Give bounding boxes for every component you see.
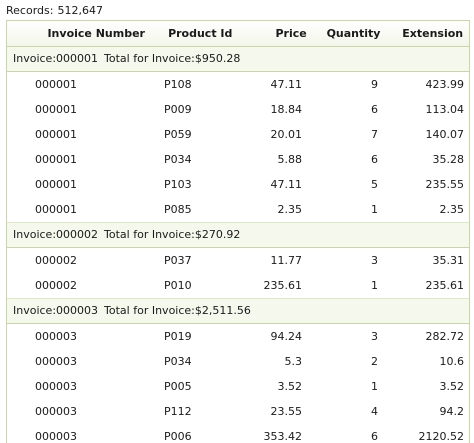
table-row[interactable]: 000001 P009 18.84 6 113.04 — [7, 97, 469, 122]
table-row[interactable]: 000001 P059 20.01 7 140.07 — [7, 122, 469, 147]
table-row[interactable]: 000001 P103 47.11 5 235.55 — [7, 172, 469, 197]
group-header[interactable]: Invoice:000003 Total for Invoice:$2,511.5… — [7, 298, 469, 324]
table-row[interactable]: 000003 P019 94.24 3 282.72 — [7, 324, 469, 349]
cell-extension: 35.31 — [432, 254, 465, 267]
cell-price: 23.55 — [270, 405, 303, 418]
records-label: Records: — [6, 4, 54, 17]
cell-price: 18.84 — [270, 103, 303, 116]
cell-invoice-number: 000003 — [35, 355, 77, 368]
table-row[interactable]: 000001 P085 2.35 1 2.35 — [7, 197, 469, 222]
cell-extension: 10.6 — [439, 355, 465, 368]
cell-product-id: P009 — [164, 103, 192, 116]
group-header[interactable]: Invoice:000001 Total for Invoice:$950.28 — [7, 47, 469, 72]
records-count: 512,647 — [57, 4, 103, 17]
cell-quantity: 5 — [371, 178, 378, 191]
cell-quantity: 6 — [371, 430, 378, 443]
cell-extension: 282.72 — [425, 330, 465, 343]
cell-price: 235.61 — [263, 279, 303, 292]
cell-quantity: 3 — [371, 330, 378, 343]
cell-price: 11.77 — [270, 254, 303, 267]
group-total: Total for Invoice:$2,511.56 — [104, 304, 251, 317]
cell-price: 47.11 — [270, 178, 303, 191]
grid-body: Invoice:000001 Total for Invoice:$950.28 0… — [7, 47, 469, 443]
cell-extension: 3.52 — [439, 380, 465, 393]
cell-invoice-number: 000003 — [35, 405, 77, 418]
cell-product-id: P010 — [164, 279, 192, 292]
group-label: Invoice:000001 — [13, 52, 99, 65]
cell-product-id: P006 — [164, 430, 192, 443]
cell-quantity: 3 — [371, 254, 378, 267]
invoice-grid: Invoice Number Product Id Price Quantity… — [6, 20, 470, 443]
group-total: Total for Invoice:$270.92 — [104, 228, 241, 241]
cell-product-id: P059 — [164, 128, 192, 141]
cell-quantity: 1 — [371, 279, 378, 292]
cell-invoice-number: 000001 — [35, 78, 77, 91]
cell-invoice-number: 000001 — [35, 153, 77, 166]
cell-quantity: 6 — [371, 103, 378, 116]
table-row[interactable]: 000003 P112 23.55 4 94.2 — [7, 399, 469, 424]
cell-quantity: 7 — [371, 128, 378, 141]
table-row[interactable]: 000002 P037 11.77 3 35.31 — [7, 248, 469, 273]
table-row[interactable]: 000003 P005 3.52 1 3.52 — [7, 374, 469, 399]
cell-product-id: P005 — [164, 380, 192, 393]
cell-quantity: 1 — [371, 203, 378, 216]
table-row[interactable]: 000001 P108 47.11 9 423.99 — [7, 72, 469, 97]
cell-price: 20.01 — [270, 128, 303, 141]
group-total: Total for Invoice:$950.28 — [104, 52, 241, 65]
cell-product-id: P034 — [164, 355, 192, 368]
cell-extension: 235.61 — [425, 279, 465, 292]
cell-price: 2.35 — [277, 203, 303, 216]
cell-price: 94.24 — [270, 330, 303, 343]
cell-price: 353.42 — [263, 430, 303, 443]
group-label: Invoice:000003 — [13, 304, 99, 317]
cell-invoice-number: 000001 — [35, 128, 77, 141]
table-row[interactable]: 000002 P010 235.61 1 235.61 — [7, 273, 469, 298]
table-row[interactable]: 000003 P034 5.3 2 10.6 — [7, 349, 469, 374]
cell-product-id: P103 — [164, 178, 192, 191]
records-counter: Records: 512,647 — [6, 3, 103, 19]
cell-invoice-number: 000001 — [35, 203, 77, 216]
cell-invoice-number: 000001 — [35, 103, 77, 116]
column-header-product-id[interactable]: Product Id — [153, 27, 243, 40]
cell-product-id: P112 — [164, 405, 192, 418]
cell-product-id: P108 — [164, 78, 192, 91]
cell-extension: 94.2 — [439, 405, 465, 418]
table-row[interactable]: 000003 P006 353.42 6 2120.52 — [7, 424, 469, 443]
cell-product-id: P034 — [164, 153, 192, 166]
cell-extension: 2120.52 — [418, 430, 465, 443]
group-header[interactable]: Invoice:000002 Total for Invoice:$270.92 — [7, 222, 469, 248]
cell-quantity: 2 — [371, 355, 378, 368]
cell-quantity: 6 — [371, 153, 378, 166]
cell-product-id: P019 — [164, 330, 192, 343]
cell-product-id: P037 — [164, 254, 192, 267]
cell-invoice-number: 000002 — [35, 279, 77, 292]
cell-price: 5.88 — [277, 153, 303, 166]
cell-price: 5.3 — [284, 355, 303, 368]
column-header-price[interactable]: Price — [243, 27, 311, 40]
cell-quantity: 9 — [371, 78, 378, 91]
cell-extension: 35.28 — [432, 153, 465, 166]
cell-invoice-number: 000003 — [35, 330, 77, 343]
cell-price: 3.52 — [277, 380, 303, 393]
column-header-invoice-number[interactable]: Invoice Number — [7, 27, 153, 40]
cell-extension: 2.35 — [439, 203, 465, 216]
column-header-quantity[interactable]: Quantity — [311, 27, 389, 40]
cell-extension: 140.07 — [425, 128, 465, 141]
table-row[interactable]: 000001 P034 5.88 6 35.28 — [7, 147, 469, 172]
column-header-extension[interactable]: Extension — [388, 27, 469, 40]
cell-product-id: P085 — [164, 203, 192, 216]
grid-header: Invoice Number Product Id Price Quantity… — [7, 21, 469, 47]
cell-quantity: 1 — [371, 380, 378, 393]
group-label: Invoice:000002 — [13, 228, 99, 241]
cell-invoice-number: 000003 — [35, 380, 77, 393]
cell-extension: 113.04 — [425, 103, 465, 116]
cell-price: 47.11 — [270, 78, 303, 91]
cell-invoice-number: 000003 — [35, 430, 77, 443]
cell-quantity: 4 — [371, 405, 378, 418]
cell-extension: 235.55 — [425, 178, 465, 191]
cell-invoice-number: 000002 — [35, 254, 77, 267]
cell-extension: 423.99 — [425, 78, 465, 91]
cell-invoice-number: 000001 — [35, 178, 77, 191]
